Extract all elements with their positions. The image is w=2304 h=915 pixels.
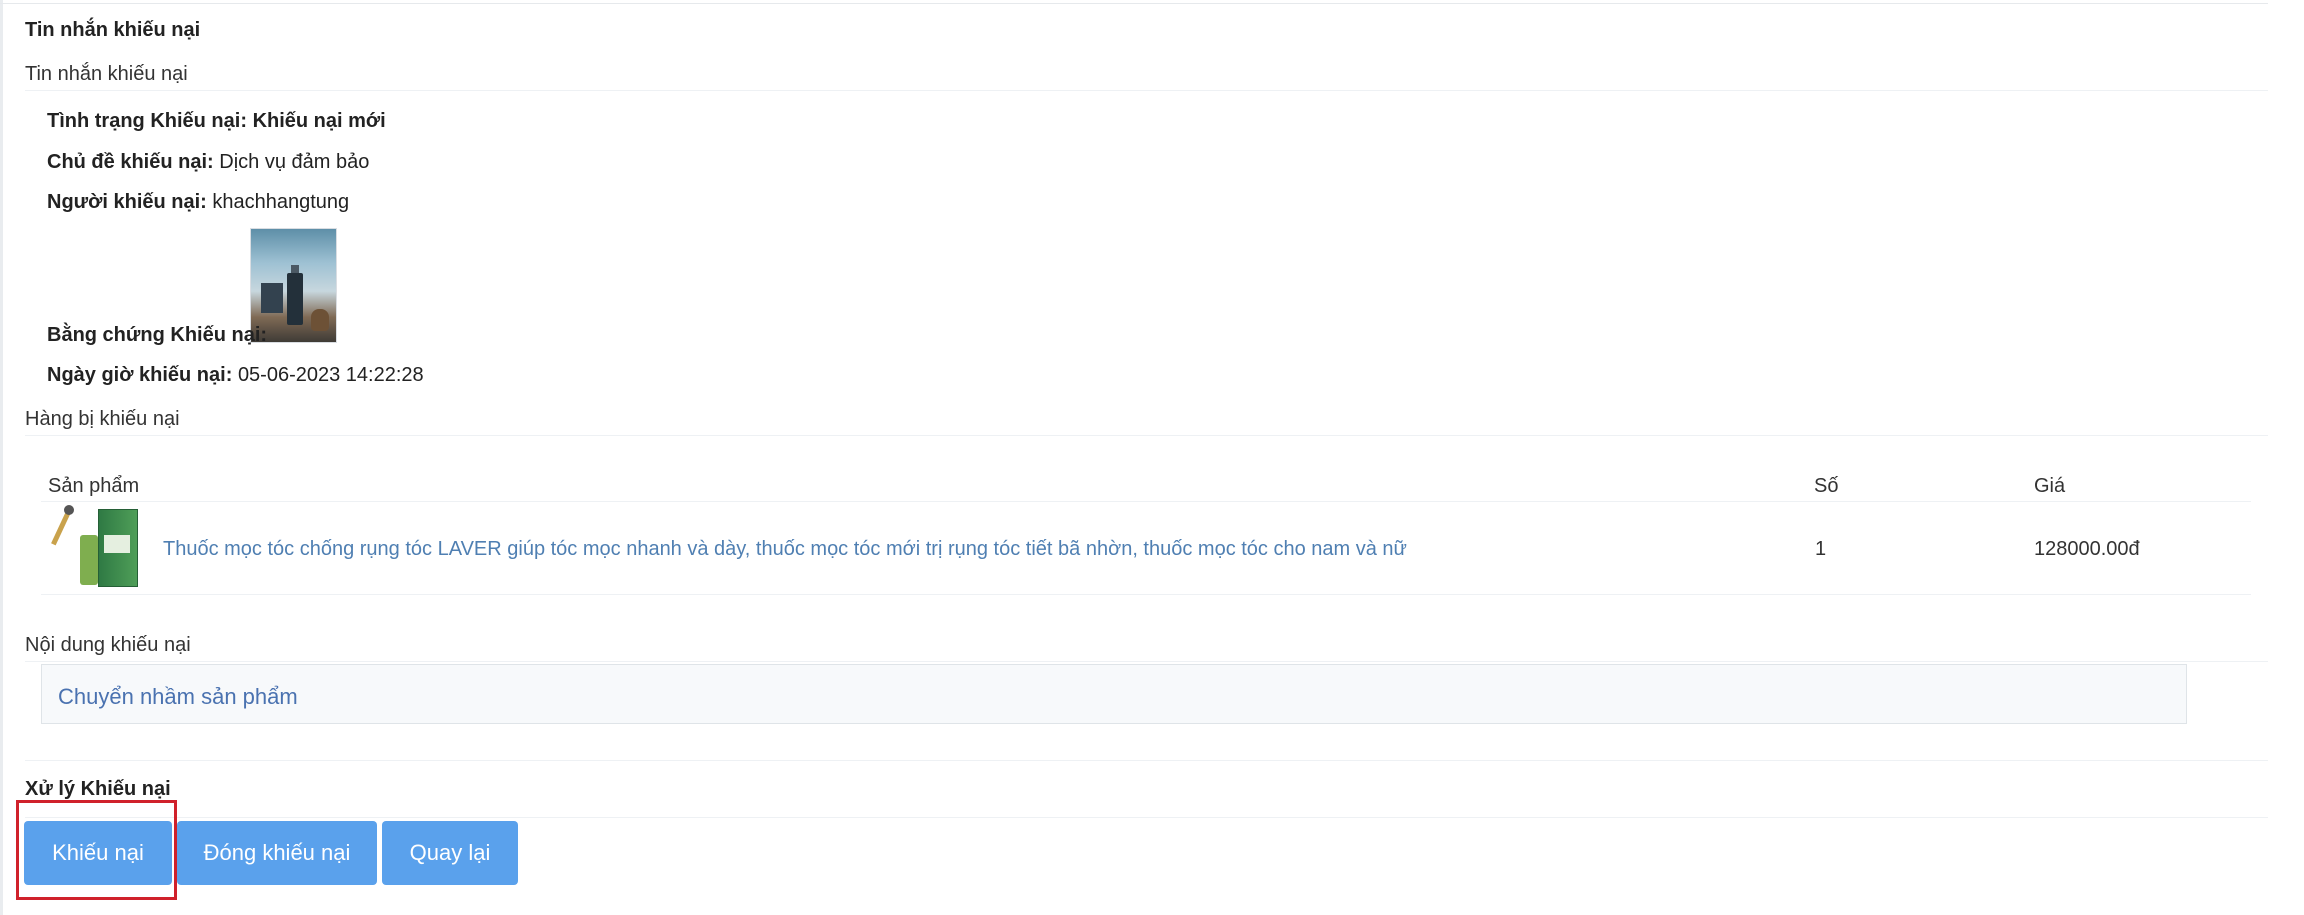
status-value: Khiếu nại mới [252, 110, 386, 132]
product-price: 128000.00đ [2034, 538, 2140, 560]
left-border [0, 0, 3, 915]
status-row: Tình trạng Khiếu nại: Khiếu nại mới [47, 110, 386, 133]
topic-value: Dịch vụ đảm bảo [219, 151, 370, 173]
person-value: khachhangtung [212, 191, 350, 213]
divider [25, 760, 2268, 761]
highlight-box [16, 800, 177, 900]
evidence-label: Bằng chứng Khiếu nại: [47, 324, 268, 346]
section-heading: Tin nhắn khiếu nại [25, 19, 201, 41]
close-complaint-button[interactable]: Đóng khiếu nại [177, 821, 377, 885]
divider [25, 435, 2268, 436]
content-box [41, 664, 2187, 724]
topic-row: Chủ đề khiếu nại: Dịch vụ đảm bảo [47, 151, 369, 174]
table-divider [41, 501, 2251, 502]
col-product: Sản phẩm [48, 475, 140, 497]
status-label: Tình trạng Khiếu nại: [47, 110, 247, 132]
divider [25, 817, 2268, 818]
datetime-value: 05-06-2023 14:22:28 [237, 364, 424, 386]
back-button[interactable]: Quay lại [382, 821, 518, 885]
product-image[interactable] [51, 505, 155, 590]
top-border [0, 3, 2268, 4]
table-divider [41, 594, 2251, 595]
person-label: Người khiếu nại: [47, 191, 207, 213]
datetime-row: Ngày giờ khiếu nại: 05-06-2023 14:22:28 [47, 364, 424, 387]
goods-heading: Hàng bị khiếu nại [25, 408, 180, 430]
product-qty: 1 [1815, 538, 1827, 560]
divider [25, 661, 2268, 662]
process-heading: Xử lý Khiếu nại [25, 778, 171, 800]
evidence-row: Bằng chứng Khiếu nại: [47, 324, 267, 347]
person-row: Người khiếu nại: khachhangtung [47, 191, 349, 214]
col-price: Giá [2034, 475, 2066, 497]
product-link[interactable]: Thuốc mọc tóc chống rụng tóc LAVER giúp … [163, 538, 1407, 561]
section-subheading: Tin nhắn khiếu nại [25, 63, 188, 85]
divider [25, 90, 2268, 91]
content-heading: Nội dung khiếu nại [25, 634, 191, 656]
datetime-label: Ngày giờ khiếu nại: [47, 364, 233, 386]
topic-label: Chủ đề khiếu nại: [47, 151, 214, 173]
col-qty: Số [1814, 475, 1839, 497]
content-text: Chuyển nhầm sản phẩm [58, 684, 298, 709]
